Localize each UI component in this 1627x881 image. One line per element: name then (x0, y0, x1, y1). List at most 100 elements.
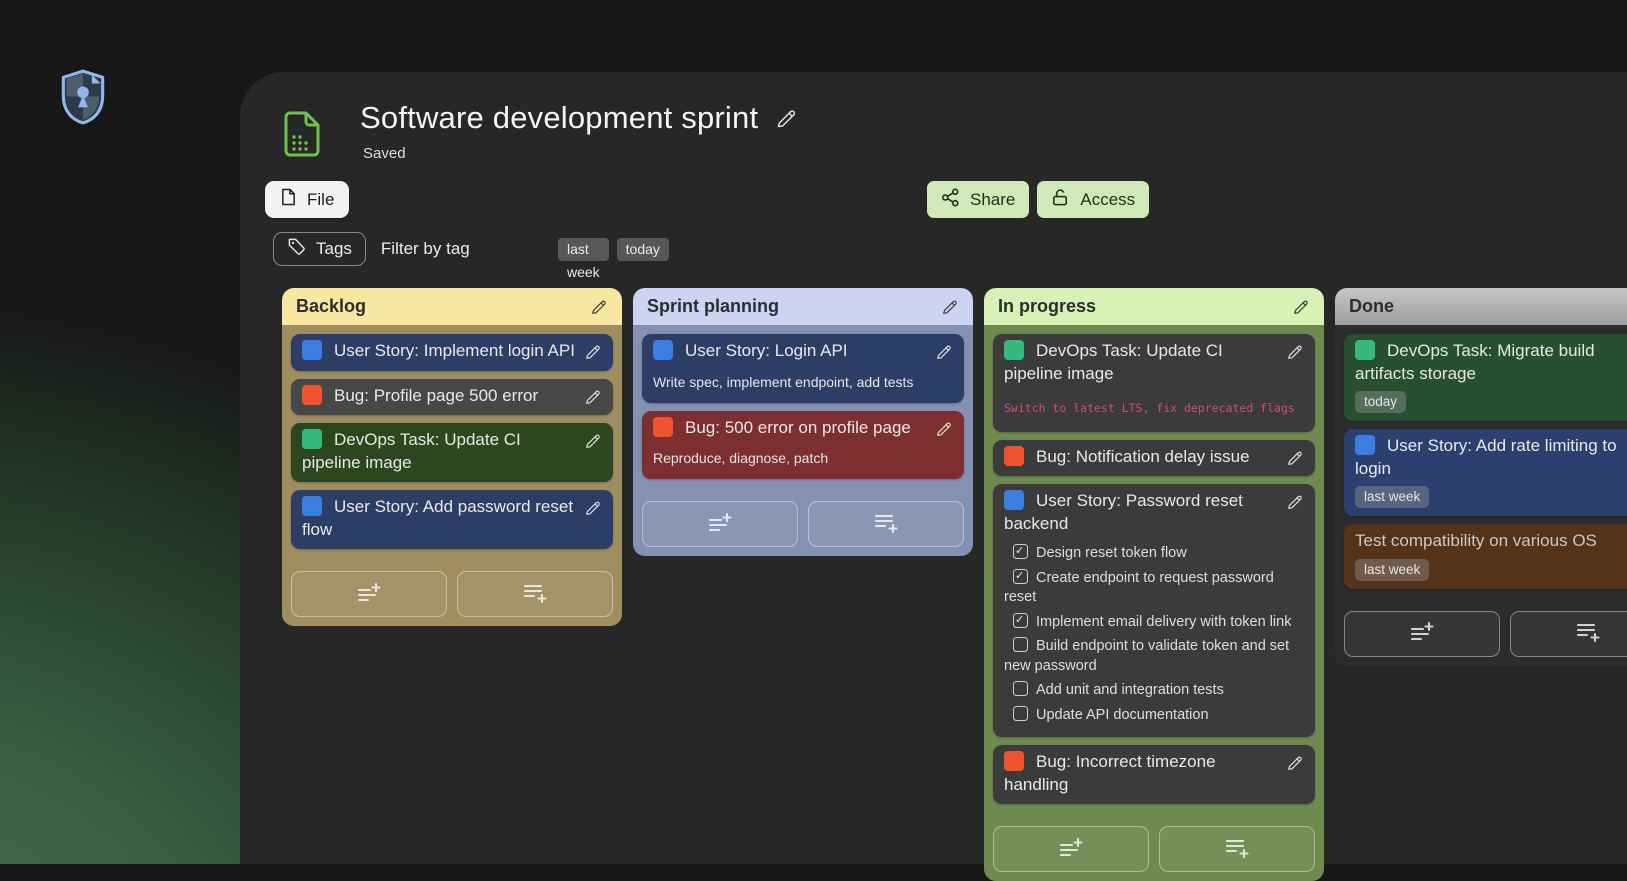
kanban-card[interactable]: Bug: Incorrect timezone handling (993, 745, 1315, 804)
shield-keyhole-icon (57, 68, 109, 126)
card-title: DevOps Task: Update CI pipeline image (302, 429, 602, 474)
edit-column-icon[interactable] (590, 298, 608, 316)
actions-row: Share Access (927, 181, 1149, 218)
board-column: Done DevOps Task: Migrate build artifacts… (1335, 288, 1627, 666)
unlock-icon (1051, 188, 1070, 212)
share-button[interactable]: Share (927, 181, 1029, 218)
kanban-card[interactable]: User Story: Login APIWrite spec, impleme… (642, 334, 964, 403)
kanban-card[interactable]: User Story: Password reset backend Design… (993, 484, 1315, 737)
column-title: Backlog (296, 296, 366, 317)
card-title: User Story: Login API (653, 340, 953, 363)
card-title-text: User Story: Login API (685, 341, 848, 360)
edit-title-icon[interactable] (775, 107, 798, 130)
checklist-item[interactable]: Implement email delivery with token link (1004, 613, 1304, 633)
edit-card-icon[interactable] (935, 343, 953, 361)
kanban-card[interactable]: User Story: Add rate limiting to loginla… (1344, 429, 1627, 516)
kanban-card[interactable]: Test compatibility on various OSlast wee… (1344, 524, 1627, 589)
kanban-card[interactable]: Bug: Profile page 500 error (291, 379, 613, 416)
checkbox-icon[interactable] (1013, 681, 1028, 696)
card-title: DevOps Task: Migrate build artifacts sto… (1355, 340, 1627, 385)
checklist-item[interactable]: Update API documentation (1004, 706, 1304, 726)
checklist-item[interactable]: Add unit and integration tests (1004, 681, 1304, 701)
access-button-label: Access (1080, 190, 1135, 210)
card-description: Reproduce, diagnose, patch (653, 449, 953, 468)
card-title: DevOps Task: Update CI pipeline image (1004, 340, 1304, 385)
kanban-card[interactable]: Bug: 500 error on profile page Reproduce,… (642, 411, 964, 480)
kanban-card[interactable]: User Story: Implement login API (291, 334, 613, 371)
add-card-top-button[interactable] (642, 501, 798, 547)
bug-type-icon (1004, 751, 1024, 771)
card-title: User Story: Add rate limiting to login (1355, 435, 1627, 480)
checklist-item[interactable]: Create endpoint to request password rese… (1004, 569, 1304, 608)
user-story-type-icon (1004, 490, 1024, 510)
column-header: Backlog (282, 288, 622, 325)
checkbox-icon[interactable] (1013, 637, 1028, 652)
filter-label: Filter by tag (381, 239, 470, 259)
edit-card-icon[interactable] (1286, 449, 1304, 467)
add-card-top-button[interactable] (1344, 611, 1500, 657)
checklist-item[interactable]: Build endpoint to validate token and set… (1004, 637, 1304, 676)
tags-button[interactable]: Tags (273, 232, 366, 266)
filter-tag[interactable]: today (617, 238, 669, 261)
kanban-card[interactable]: DevOps Task: Update CI pipeline imageSwi… (993, 334, 1315, 432)
edit-card-icon[interactable] (584, 343, 602, 361)
card-title: Bug: Notification delay issue (1004, 446, 1304, 469)
access-button[interactable]: Access (1037, 181, 1149, 218)
card-title-text: User Story: Add password reset flow (302, 497, 573, 539)
checkbox-icon[interactable] (1013, 613, 1028, 628)
checklist-item[interactable]: Design reset token flow (1004, 544, 1304, 564)
add-card-bottom-button[interactable] (808, 501, 964, 547)
add-card-bottom-button[interactable] (1159, 826, 1315, 872)
column-header: Done (1335, 288, 1627, 325)
add-card-bottom-button[interactable] (457, 571, 613, 617)
page-title: Software development sprint (360, 100, 758, 136)
add-card-bottom-icon (1224, 838, 1250, 861)
filter-tag[interactable]: last week (558, 238, 609, 261)
edit-card-icon[interactable] (584, 432, 602, 450)
card-tag: today (1355, 391, 1406, 413)
main-panel: Software development sprint Saved File S… (240, 72, 1627, 864)
card-title-text: User Story: Implement login API (334, 341, 575, 360)
add-card-top-button[interactable] (291, 571, 447, 617)
checkbox-icon[interactable] (1013, 706, 1028, 721)
card-title-text: Bug: Incorrect timezone handling (1004, 752, 1216, 794)
column-body: User Story: Login APIWrite spec, impleme… (633, 325, 973, 556)
edit-card-icon[interactable] (584, 388, 602, 406)
board: Backlog User Story: Implement login API Bu… (282, 288, 1627, 881)
add-card-bottom-button[interactable] (1510, 611, 1627, 657)
tag-icon (287, 237, 306, 261)
file-icon (280, 187, 297, 212)
card-tag-row: today (1355, 385, 1627, 413)
edit-column-icon[interactable] (1292, 298, 1310, 316)
add-card-top-icon (707, 513, 733, 536)
filter-row: Tags Filter by tag last weektoday (273, 232, 470, 266)
file-menu-button[interactable]: File (265, 181, 349, 218)
add-card-top-button[interactable] (993, 826, 1149, 872)
card-title: User Story: Add password reset flow (302, 496, 602, 541)
kanban-card[interactable]: User Story: Add password reset flow (291, 490, 613, 549)
add-card-bottom-icon (873, 513, 899, 536)
kanban-card[interactable]: DevOps Task: Update CI pipeline image (291, 423, 613, 482)
kanban-card[interactable]: Bug: Notification delay issue (993, 440, 1315, 477)
edit-card-icon[interactable] (584, 499, 602, 517)
edit-card-icon[interactable] (1286, 754, 1304, 772)
kanban-card[interactable]: DevOps Task: Migrate build artifacts sto… (1344, 334, 1627, 421)
card-title: Test compatibility on various OS (1355, 530, 1627, 553)
devops-type-icon (302, 429, 322, 449)
edit-column-icon[interactable] (941, 298, 959, 316)
add-card-bottom-icon (522, 583, 548, 606)
card-tag-row: last week (1355, 553, 1627, 581)
edit-card-icon[interactable] (1286, 493, 1304, 511)
file-button-label: File (307, 190, 334, 210)
card-title: Bug: 500 error on profile page (653, 417, 953, 440)
card-title-text: User Story: Password reset backend (1004, 491, 1243, 533)
edit-card-icon[interactable] (1286, 343, 1304, 361)
devops-type-icon (1004, 340, 1024, 360)
card-title: User Story: Implement login API (302, 340, 602, 363)
checkbox-icon[interactable] (1013, 569, 1028, 584)
column-title: In progress (998, 296, 1096, 317)
checkbox-icon[interactable] (1013, 544, 1028, 559)
checklist-item-label: Build endpoint to validate token and set… (1004, 638, 1289, 674)
share-nodes-icon (941, 188, 960, 212)
edit-card-icon[interactable] (935, 420, 953, 438)
